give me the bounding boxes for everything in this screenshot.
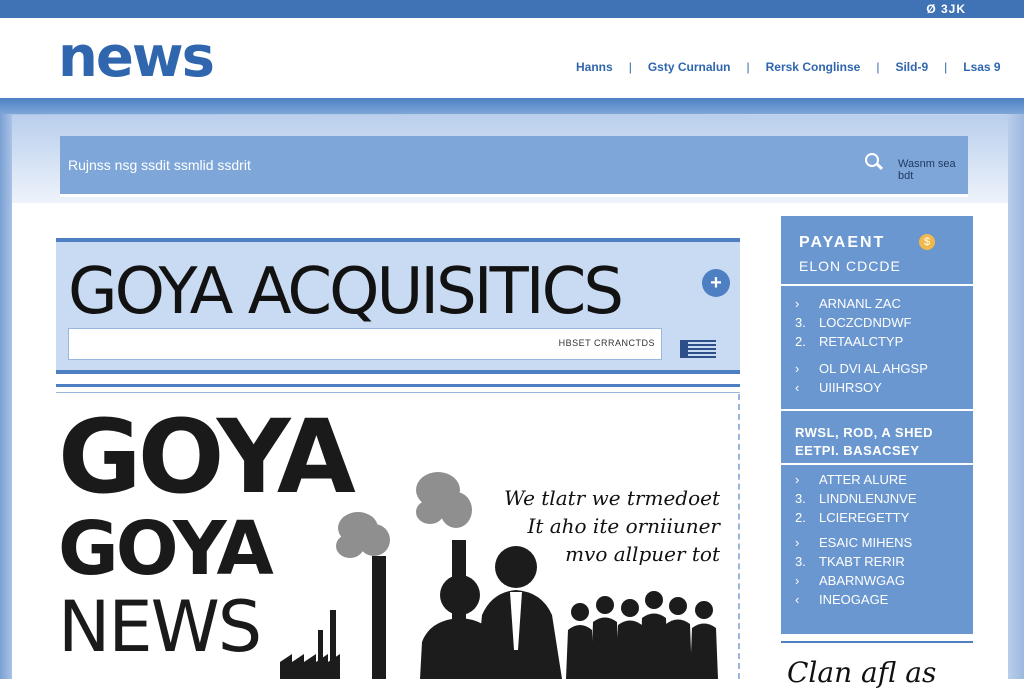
headline-title[interactable]: GOYA ACQUISITICS [68, 252, 624, 332]
site-logo[interactable]: news [58, 25, 215, 90]
nav-item-1[interactable]: Hanns [576, 60, 613, 74]
sidebar-divider [781, 409, 973, 411]
headline-banner: GOYA ACQUISITICS + HBSET CRRANCTDS [56, 238, 740, 374]
sidebar-panel: PAYAENT $ ELON CDCDE › ARNANL ZAC 3. LOCZC… [781, 216, 973, 634]
quote-line: We tlatr we trmedoet [504, 486, 720, 510]
grid-view-icon[interactable] [680, 340, 716, 358]
sidebar-divider [781, 463, 973, 465]
article-rule [56, 384, 740, 387]
logo-text: news [58, 25, 215, 90]
sidebar-section-heading[interactable]: RWSL, ROD, A SHED EETPI. BASACSEY [795, 424, 933, 460]
nav-separator: | [628, 60, 632, 74]
sidebar-list-1: › ARNANL ZAC 3. LOCZCDNDWF 2. RETAALCTYP › O… [795, 296, 928, 399]
list-item[interactable]: ‹ INEOGAGE [795, 592, 917, 611]
sidebar-subtitle: ELON CDCDE [799, 258, 901, 274]
list-item[interactable]: 2. RETAALCTYP [795, 334, 928, 353]
list-item[interactable]: 3. LINDNLENJNVE [795, 491, 917, 510]
top-utility-bar: Ø 3JK [0, 0, 1024, 18]
site-header: news Hanns | Gsty Curnalun | Rersk Congl… [0, 18, 1024, 98]
nav-separator: | [944, 60, 948, 74]
nav-separator: | [746, 60, 750, 74]
nav-item-5[interactable]: Lsas 9 [963, 60, 1000, 74]
add-icon[interactable]: + [702, 269, 730, 297]
article-headline-line3[interactable]: NEWS [58, 584, 262, 670]
article-quote: We tlatr we trmedoet It aho ite orniiune… [500, 484, 720, 568]
list-item[interactable]: 3. TKABT RERIR [795, 554, 917, 573]
list-item[interactable]: › ABARNWGAG [795, 573, 917, 592]
list-item[interactable]: › ESAIC MIHENS [795, 535, 917, 554]
coin-icon: $ [919, 234, 935, 250]
sidebar-title[interactable]: PAYAENT [799, 234, 885, 252]
article-headline-line2[interactable]: GOYA [58, 506, 274, 592]
article-rule-thin [56, 392, 740, 393]
search-input[interactable]: Rujnss nsg ssdit ssmlid ssdrit [68, 157, 251, 173]
sidebar-below-heading[interactable]: Clan afl as [787, 656, 936, 689]
search-icon[interactable] [865, 153, 884, 171]
search-button[interactable]: Wasnm sea bdt [898, 158, 968, 182]
headline-meta: HBSET CRRANCTDS [558, 338, 655, 348]
nav-item-2[interactable]: Gsty Curnalun [648, 60, 731, 74]
headline-subbar: HBSET CRRANCTDS [68, 328, 662, 360]
list-item[interactable]: › ATTER ALURE [795, 472, 917, 491]
nav-separator: | [876, 60, 880, 74]
quote-line: It aho ite orniiuner [527, 514, 720, 538]
utility-text[interactable]: Ø 3JK [926, 2, 966, 16]
quote-line: mvo allpuer tot [565, 542, 720, 566]
sidebar-bottom-rule [781, 641, 973, 643]
list-item[interactable]: 3. LOCZCDNDWF [795, 315, 928, 334]
sidebar-list-2: › ATTER ALURE 3. LINDNLENJNVE 2. LCIEREGETT… [795, 472, 917, 611]
sidebar-divider [781, 284, 973, 286]
list-item[interactable]: › ARNANL ZAC [795, 296, 928, 315]
main-nav: Hanns | Gsty Curnalun | Rersk Conglinse … [576, 60, 1001, 74]
list-item[interactable]: 2. LCIEREGETTY [795, 510, 917, 529]
list-item[interactable]: ‹ UIIHRSOY [795, 380, 928, 399]
nav-item-3[interactable]: Rersk Conglinse [766, 60, 861, 74]
article-headline-line1[interactable]: GOYA [58, 398, 356, 518]
header-band [0, 98, 1024, 114]
nav-item-4[interactable]: Sild-9 [895, 60, 928, 74]
search-bar: Rujnss nsg ssdit ssmlid ssdrit Wasnm sea… [60, 136, 968, 197]
list-item[interactable]: › OL DVI AL AHGSP [795, 361, 928, 380]
